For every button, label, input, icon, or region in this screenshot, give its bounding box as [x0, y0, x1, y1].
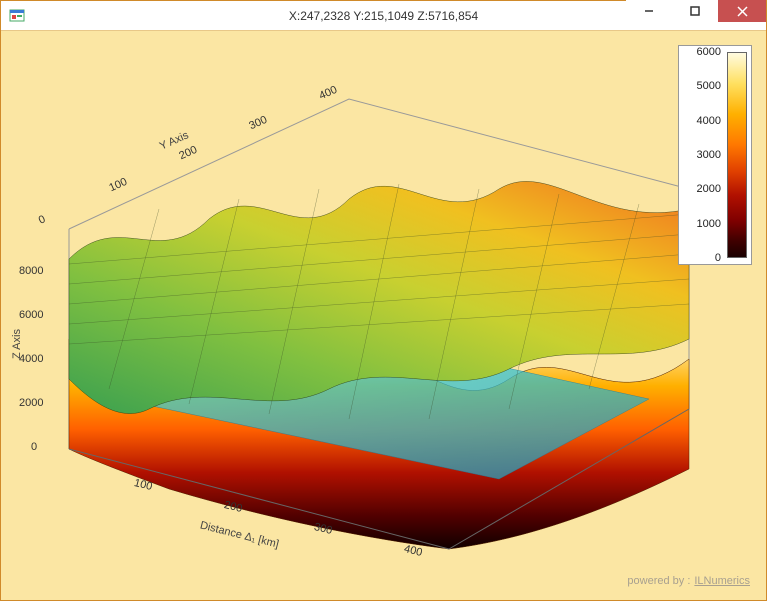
cb-tick: 6000 — [697, 46, 721, 58]
app-icon — [9, 8, 25, 24]
colorbar-ticks: 0 1000 2000 3000 4000 5000 6000 — [687, 52, 721, 258]
z-tick: 8000 — [19, 265, 43, 277]
colorbar: 0 1000 2000 3000 4000 5000 6000 — [678, 45, 752, 265]
cb-tick: 1000 — [697, 218, 721, 230]
z-tick: 0 — [31, 441, 37, 453]
z-tick: 6000 — [19, 309, 43, 321]
client-area: 0 100 200 300 400 Y Axis 100 200 300 400… — [1, 31, 766, 600]
maximize-button[interactable] — [672, 0, 718, 22]
cb-tick: 4000 — [697, 115, 721, 127]
surface-canvas — [9, 39, 758, 569]
z-axis-label: Z Axis — [11, 329, 23, 359]
plot-3d[interactable]: 0 100 200 300 400 Y Axis 100 200 300 400… — [9, 39, 758, 570]
cb-tick: 0 — [715, 252, 721, 264]
cb-tick: 2000 — [697, 183, 721, 195]
minimize-button[interactable] — [626, 0, 672, 22]
colorbar-gradient — [727, 52, 747, 258]
footer-prefix: powered by : — [627, 575, 690, 587]
titlebar[interactable]: X:247,2328 Y:215,1049 Z:5716,854 — [1, 1, 766, 31]
cb-tick: 3000 — [697, 149, 721, 161]
cb-tick: 5000 — [697, 80, 721, 92]
window-controls — [626, 1, 766, 30]
footer-link[interactable]: ILNumerics — [694, 575, 750, 587]
z-tick: 2000 — [19, 397, 43, 409]
app-window: X:247,2328 Y:215,1049 Z:5716,854 — [0, 0, 767, 601]
footer: powered by : ILNumerics — [9, 570, 758, 592]
close-button[interactable] — [718, 0, 766, 22]
